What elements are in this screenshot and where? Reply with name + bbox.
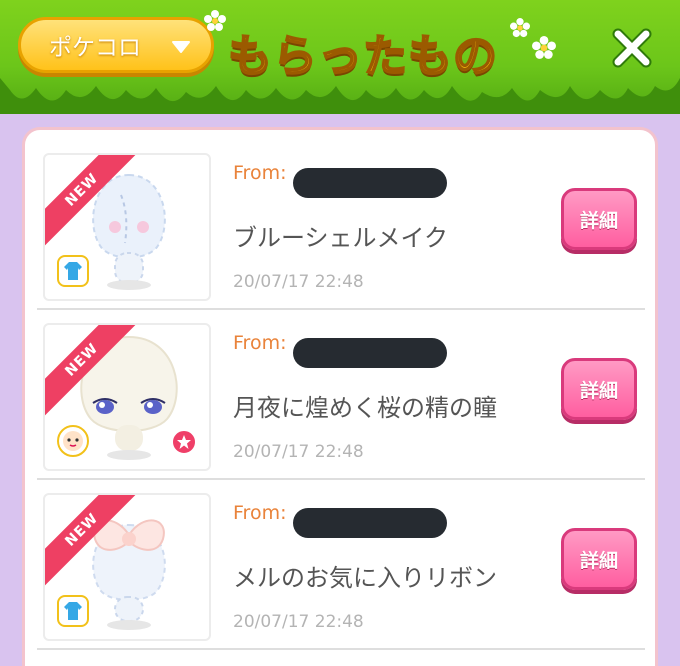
star-icon [171,429,197,455]
chevron-down-icon [172,41,190,53]
clothing-icon [57,595,89,627]
flower-icon [510,18,530,38]
list-item[interactable]: NEW From: ブルーシェルメイク 20/07/17 22:48 詳細 [37,140,645,310]
item-name: メルのお気に入りリボン [233,564,497,592]
item-name: 月夜に煌めく桜の精の瞳 [233,394,497,422]
detail-button[interactable]: 詳細 [561,358,637,420]
item-thumbnail: NEW [43,323,211,471]
item-date: 20/07/17 22:48 [233,272,364,292]
grass-decoration [0,78,680,120]
item-thumbnail: NEW [43,153,211,301]
from-label: From: [233,162,287,184]
item-date: 20/07/17 22:48 [233,442,364,462]
close-icon[interactable] [612,28,652,68]
received-items-panel: NEW From: ブルーシェルメイク 20/07/17 22:48 詳細 NE… [22,127,658,666]
received-items-list: NEW From: ブルーシェルメイク 20/07/17 22:48 詳細 NE… [37,140,645,650]
item-name: ブルーシェルメイク [233,224,449,252]
redacted-sender [293,168,447,198]
item-thumbnail: NEW [43,493,211,641]
header-bar: ポケコロ もらったもの [0,0,680,120]
face-icon [57,425,89,457]
redacted-sender [293,508,447,538]
list-item[interactable]: NEW From: メルのお気に入りリボン 20/07/17 22:48 詳細 [37,480,645,650]
item-date: 20/07/17 22:48 [233,612,364,632]
clothing-icon [57,255,89,287]
from-label: From: [233,332,287,354]
detail-button[interactable]: 詳細 [561,188,637,250]
list-item[interactable]: NEW From: 月夜に煌めく桜の精の瞳 20/07/17 22:48 詳細 [37,310,645,480]
flower-icon [204,10,226,31]
from-label: From: [233,502,287,524]
dropdown-label: ポケコロ [49,35,141,61]
flower-icon [532,36,556,59]
detail-button[interactable]: 詳細 [561,528,637,590]
category-dropdown[interactable]: ポケコロ [18,17,214,73]
page-title: もらったもの [227,30,498,83]
redacted-sender [293,338,447,368]
